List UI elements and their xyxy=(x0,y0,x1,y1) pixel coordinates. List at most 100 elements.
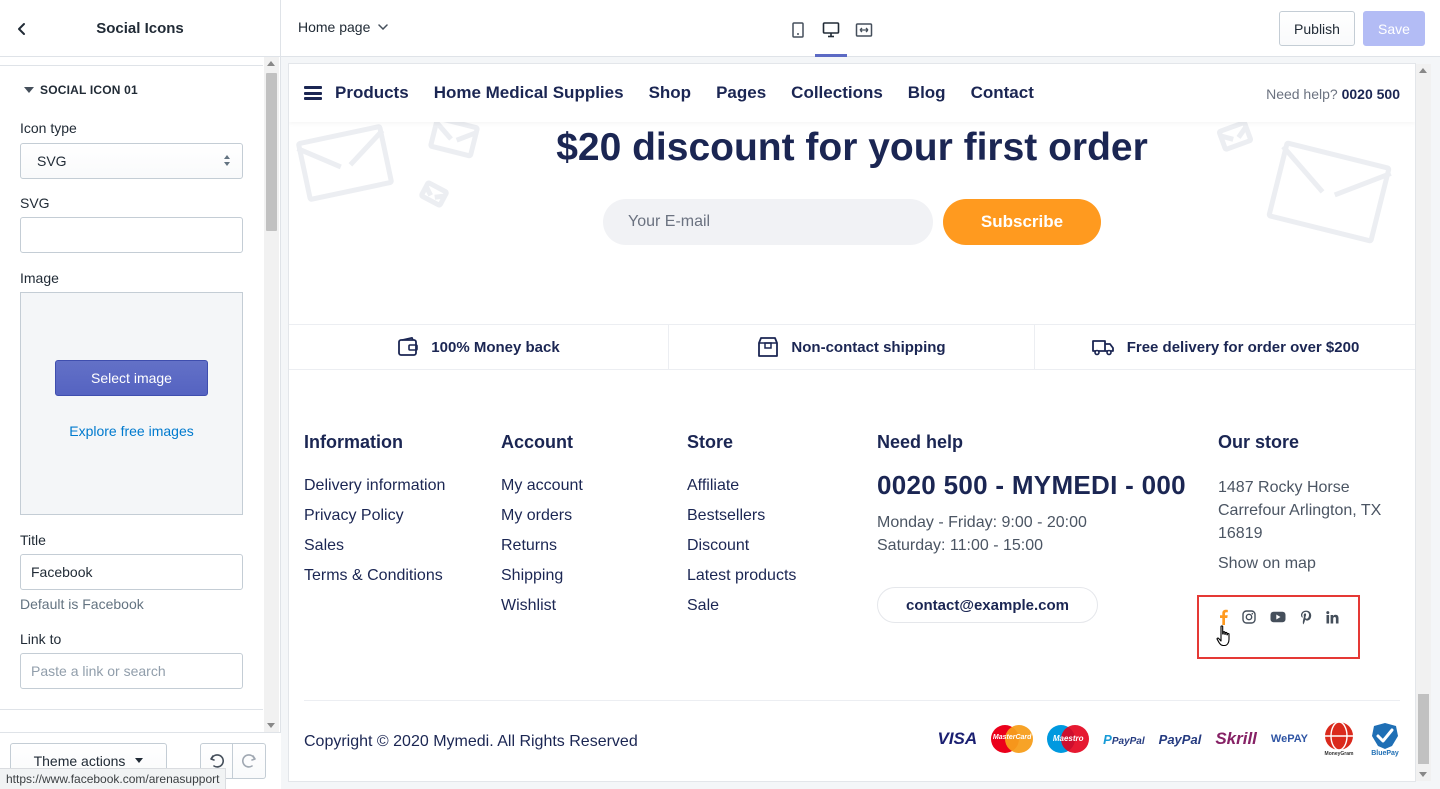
opening-hours-weekdays: Monday - Friday: 9:00 - 20:00 xyxy=(877,514,1087,531)
footer-link-bestsellers[interactable]: Bestsellers xyxy=(687,506,796,536)
footer-link-returns[interactable]: Returns xyxy=(501,536,583,566)
facebook-icon[interactable] xyxy=(1219,609,1228,625)
desktop-icon xyxy=(822,22,840,38)
theme-actions-label: Theme actions xyxy=(33,753,126,769)
footer-column-information: Information Delivery information Privacy… xyxy=(304,432,445,596)
back-arrow-icon[interactable] xyxy=(10,17,34,41)
scroll-thumb[interactable] xyxy=(1418,694,1429,764)
column-title: Our store xyxy=(1218,432,1300,452)
footer-link-affiliate[interactable]: Affiliate xyxy=(687,476,796,506)
redo-button[interactable] xyxy=(233,743,266,779)
nav-item-shop[interactable]: Shop xyxy=(649,83,692,103)
footer-link-sales[interactable]: Sales xyxy=(304,536,445,566)
caret-down-icon xyxy=(24,87,34,93)
footer-link-my-orders[interactable]: My orders xyxy=(501,506,583,536)
sidebar-scroll-area: SOCIAL ICON 01 Icon type SVG SVG Image S… xyxy=(0,57,263,717)
feature-free-delivery: Free delivery for order over $200 xyxy=(1035,325,1415,369)
divider xyxy=(0,65,263,66)
full-width-view-button[interactable] xyxy=(848,14,880,46)
pinterest-icon[interactable] xyxy=(1300,610,1312,625)
scroll-up-icon[interactable] xyxy=(267,61,275,66)
select-arrows-icon xyxy=(224,155,230,166)
envelope-decoration-icon xyxy=(417,179,451,209)
instagram-icon[interactable] xyxy=(1242,610,1256,624)
help-phone-number[interactable]: 0020 500 - MYMEDI - 000 xyxy=(877,470,1186,501)
column-title: Need help xyxy=(877,432,964,452)
nav-help-prefix: Need help? xyxy=(1266,86,1338,102)
title-input[interactable] xyxy=(20,554,243,590)
select-image-button[interactable]: Select image xyxy=(55,360,208,396)
explore-free-images-link[interactable]: Explore free images xyxy=(21,423,242,439)
site-navigation: Products Home Medical Supplies Shop Page… xyxy=(289,64,1415,122)
footer-column-store: Store Affiliate Bestsellers Discount Lat… xyxy=(687,432,796,626)
newsletter-email-input[interactable] xyxy=(603,199,933,245)
nav-item-pages[interactable]: Pages xyxy=(716,83,766,103)
mastercard-logo: MasterCard xyxy=(991,725,1034,753)
footer-link-wishlist[interactable]: Wishlist xyxy=(501,596,583,626)
scroll-up-icon[interactable] xyxy=(1419,68,1427,73)
paypal-small-logo: PPayPal xyxy=(1103,731,1145,747)
desktop-view-button[interactable] xyxy=(815,14,847,57)
icon-type-select[interactable]: SVG xyxy=(20,143,243,179)
nav-item-home-medical-supplies[interactable]: Home Medical Supplies xyxy=(434,83,624,103)
mobile-icon xyxy=(792,22,804,38)
status-bar-url: https://www.facebook.com/arenasupport xyxy=(0,768,227,789)
preview-scrollbar[interactable] xyxy=(1416,64,1431,781)
feature-label: 100% Money back xyxy=(431,338,560,356)
settings-sidebar: Social Icons SOCIAL ICON 01 Icon type SV… xyxy=(0,0,281,789)
wepay-logo: WePAY xyxy=(1270,733,1308,745)
svg-label: SVG xyxy=(20,195,50,211)
store-address-line: 1487 Rocky Horse xyxy=(1218,479,1350,496)
page-selector-label: Home page xyxy=(298,19,371,35)
publish-button[interactable]: Publish xyxy=(1279,11,1355,46)
wallet-icon xyxy=(398,337,419,356)
box-icon xyxy=(758,337,779,357)
column-title: Account xyxy=(501,432,573,452)
footer-link-my-account[interactable]: My account xyxy=(501,476,583,506)
contact-email-button[interactable]: contact@example.com xyxy=(877,587,1098,623)
nav-item-blog[interactable]: Blog xyxy=(908,83,946,103)
feature-money-back: 100% Money back xyxy=(289,325,669,369)
show-on-map-link[interactable]: Show on map xyxy=(1218,555,1381,573)
caret-down-icon xyxy=(135,758,144,763)
footer-link-terms[interactable]: Terms & Conditions xyxy=(304,566,445,596)
moneygram-logo: MoneyGram xyxy=(1322,721,1356,757)
scroll-down-icon[interactable] xyxy=(1419,772,1427,777)
footer-link-shipping[interactable]: Shipping xyxy=(501,566,583,596)
column-title: Information xyxy=(304,432,403,452)
scroll-thumb[interactable] xyxy=(266,73,277,231)
sidebar-header: Social Icons xyxy=(0,0,280,57)
footer-link-delivery-information[interactable]: Delivery information xyxy=(304,476,445,506)
menu-icon[interactable] xyxy=(304,86,322,100)
footer-link-discount[interactable]: Discount xyxy=(687,536,796,566)
nav-item-products[interactable]: Products xyxy=(335,83,409,103)
sidebar-scrollbar[interactable] xyxy=(264,57,279,732)
theme-editor: Social Icons SOCIAL ICON 01 Icon type SV… xyxy=(0,0,1440,789)
linkedin-icon[interactable] xyxy=(1326,610,1339,624)
link-to-input[interactable] xyxy=(20,653,243,689)
mobile-view-button[interactable] xyxy=(782,14,814,46)
footer-bottom-bar: Copyright © 2020 Mymedi. All Rights Rese… xyxy=(304,700,1400,781)
subscribe-button[interactable]: Subscribe xyxy=(943,199,1101,245)
footer-link-latest-products[interactable]: Latest products xyxy=(687,566,796,596)
footer-column-account: Account My account My orders Returns Shi… xyxy=(501,432,583,626)
save-button[interactable]: Save xyxy=(1363,11,1425,46)
scroll-down-icon[interactable] xyxy=(267,723,275,728)
nav-help-phone[interactable]: 0020 500 xyxy=(1342,86,1400,102)
link-to-label: Link to xyxy=(20,631,62,647)
divider xyxy=(0,709,263,710)
image-label: Image xyxy=(20,270,59,286)
nav-item-collections[interactable]: Collections xyxy=(791,83,883,103)
page-selector[interactable]: Home page xyxy=(298,19,389,35)
features-bar: 100% Money back Non-contact shipping Fre… xyxy=(289,324,1415,370)
footer-link-privacy-policy[interactable]: Privacy Policy xyxy=(304,506,445,536)
youtube-icon[interactable] xyxy=(1270,611,1286,623)
footer-column-need-help: Need help 0020 500 - MYMEDI - 000 Monday… xyxy=(877,432,1186,623)
nav-item-contact[interactable]: Contact xyxy=(971,83,1034,103)
svg-input[interactable] xyxy=(20,217,243,253)
footer-link-sale[interactable]: Sale xyxy=(687,596,796,626)
section-toggle-social-icon-01[interactable]: SOCIAL ICON 01 xyxy=(24,83,138,97)
newsletter-section: $20 discount for your first order Subscr… xyxy=(289,122,1415,324)
editor-topbar: Home page Publish Save xyxy=(281,0,1440,57)
hand-cursor-icon xyxy=(1216,625,1232,652)
